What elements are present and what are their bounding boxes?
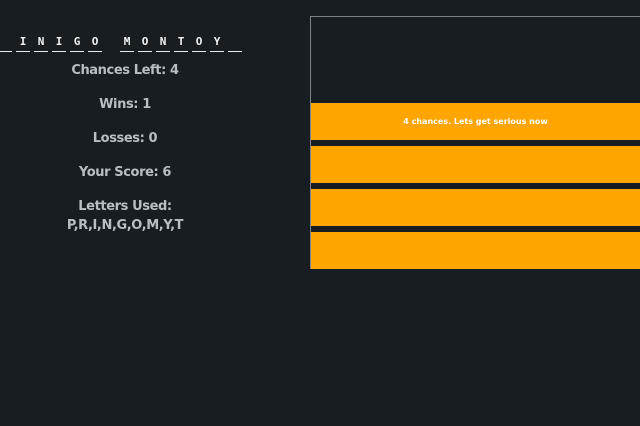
letter-slot: O — [192, 35, 206, 52]
letter-slot — [228, 35, 242, 52]
letter-slot: M — [120, 35, 134, 52]
letters-used: P,R,I,N,G,O,M,Y,T — [66, 218, 184, 233]
letter-slot: N — [156, 35, 170, 52]
wins-count: Wins: 1 — [99, 97, 151, 112]
letter-slot: Y — [210, 35, 224, 52]
message-bar — [311, 146, 640, 183]
hangman-panel: 4 chances. Lets get serious now — [310, 16, 640, 269]
letter-slot — [0, 35, 12, 52]
letter-slot: T — [174, 35, 188, 52]
letter-slot: I — [16, 35, 30, 52]
chances-left: Chances Left: 4 — [71, 63, 179, 78]
stats-panel: Chances Left: 4 Wins: 1 Losses: 0 Your S… — [0, 60, 250, 234]
letter-slot: O — [138, 35, 152, 52]
score: Your Score: 6 — [78, 165, 172, 180]
letters-used-label: Letters Used: — [78, 199, 172, 214]
losses-count: Losses: 0 — [92, 131, 158, 146]
message-bar: 4 chances. Lets get serious now — [311, 103, 640, 140]
message-bar — [311, 232, 640, 269]
letter-slot: G — [70, 35, 84, 52]
letter-slot: O — [88, 35, 102, 52]
letter-slot: I — [52, 35, 66, 52]
word-space — [106, 36, 116, 52]
word-display: I N I G O M O N T O Y — [0, 30, 246, 52]
message-bar — [311, 189, 640, 226]
letter-slot: N — [34, 35, 48, 52]
